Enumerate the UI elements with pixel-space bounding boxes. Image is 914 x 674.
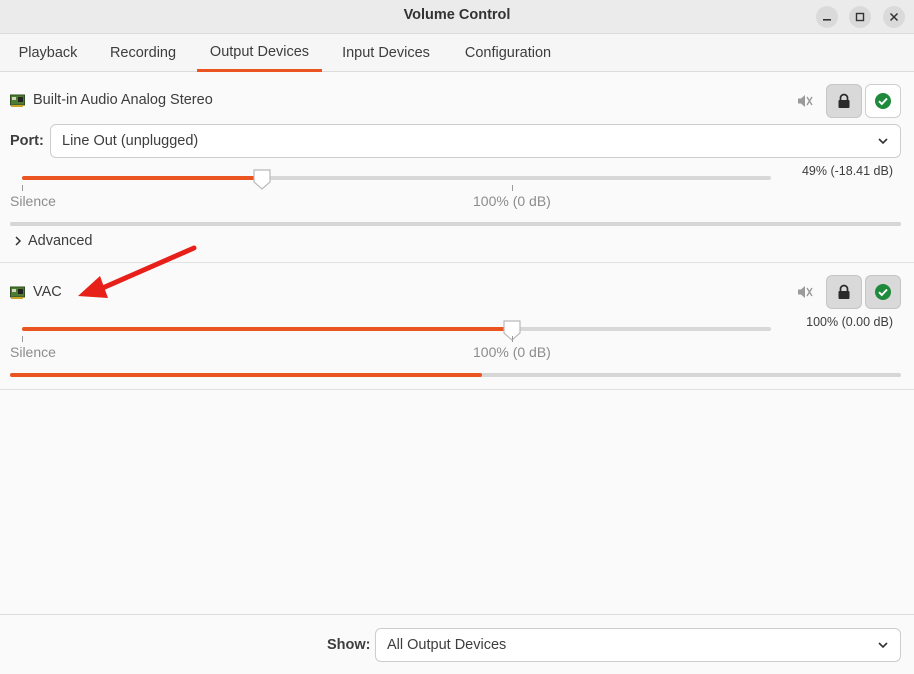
show-label: Show:: [327, 637, 371, 653]
peak-meter: [10, 222, 901, 226]
port-label: Port:: [10, 133, 44, 149]
tab-recording[interactable]: Recording: [96, 34, 190, 72]
annotation-arrow: [78, 245, 197, 298]
set-default-button[interactable]: [865, 84, 901, 118]
sound-card-icon: [10, 286, 25, 299]
title-bar: Volume Control: [0, 0, 914, 34]
volume-slider-fill: [22, 176, 263, 180]
tab-bar: Playback Recording Output Devices Input …: [0, 34, 914, 72]
hundred-percent-label: 100% (0 dB): [473, 344, 551, 360]
hundred-percent-tick: [512, 336, 513, 342]
volume-slider[interactable]: [22, 327, 771, 331]
mute-button[interactable]: [794, 90, 816, 112]
device-separator: [0, 389, 914, 390]
muted-speaker-icon: [798, 95, 813, 107]
footer-bar: Show: All Output Devices: [0, 614, 914, 674]
port-value: Line Out (unplugged): [62, 133, 199, 149]
volume-slider-handle[interactable]: [252, 168, 272, 190]
silence-tick: [22, 185, 23, 191]
silence-label: Silence: [10, 193, 56, 209]
hundred-percent-tick: [512, 185, 513, 191]
chevron-right-icon: [15, 236, 22, 246]
device-header: Built-in Audio Analog Stereo: [10, 92, 213, 108]
lock-icon: [838, 93, 850, 108]
show-filter-select[interactable]: All Output Devices: [375, 628, 901, 662]
volume-readout: 100% (0.00 dB): [806, 315, 893, 329]
lock-icon: [838, 284, 850, 299]
check-circle-icon: [875, 284, 891, 300]
volume-slider[interactable]: [22, 176, 771, 180]
chevron-down-icon: [878, 642, 888, 649]
volume-readout: 49% (-18.41 dB): [801, 164, 893, 178]
check-circle-icon: [875, 93, 891, 109]
maximize-button[interactable]: [849, 6, 871, 28]
peak-meter-fill: [10, 373, 483, 377]
silence-label: Silence: [10, 344, 56, 360]
minimize-icon: [823, 19, 831, 21]
mute-button[interactable]: [794, 281, 816, 303]
window-title: Volume Control: [403, 7, 511, 23]
tab-output-devices[interactable]: Output Devices: [197, 34, 322, 72]
tab-input-devices[interactable]: Input Devices: [330, 34, 442, 72]
tab-configuration[interactable]: Configuration: [450, 34, 566, 72]
lock-channels-button[interactable]: [826, 275, 862, 309]
device-name: Built-in Audio Analog Stereo: [33, 92, 213, 108]
muted-speaker-icon: [798, 286, 813, 298]
peak-meter: [10, 373, 901, 377]
volume-slider-fill: [22, 327, 512, 331]
hundred-percent-label: 100% (0 dB): [473, 193, 551, 209]
tab-playback[interactable]: Playback: [4, 34, 92, 72]
maximize-icon: [855, 12, 865, 22]
lock-channels-button[interactable]: [826, 84, 862, 118]
close-button[interactable]: [883, 6, 905, 28]
minimize-button[interactable]: [816, 6, 838, 28]
chevron-down-icon: [878, 138, 888, 145]
silence-tick: [22, 336, 23, 342]
device-header: VAC: [10, 284, 62, 300]
set-default-button[interactable]: [865, 275, 901, 309]
sound-card-icon: [10, 94, 25, 107]
device-name: VAC: [33, 284, 62, 300]
port-select[interactable]: Line Out (unplugged): [50, 124, 901, 158]
close-icon: [889, 12, 899, 22]
show-filter-value: All Output Devices: [387, 637, 507, 653]
